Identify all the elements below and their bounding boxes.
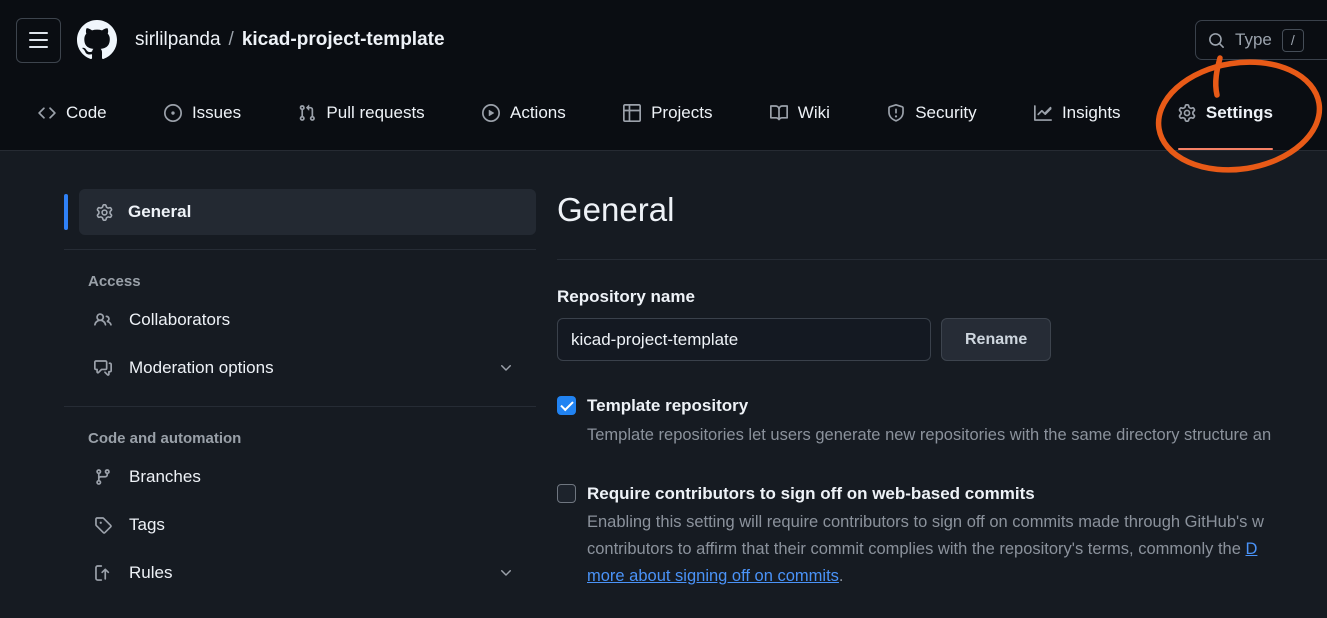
rules-icon (94, 564, 112, 582)
rename-button[interactable]: Rename (941, 318, 1051, 361)
sidebar-divider (64, 406, 536, 407)
general-settings-panel: General Repository name Rename Template … (557, 189, 1327, 597)
chevron-down-icon[interactable] (498, 360, 514, 376)
tab-label: Projects (651, 103, 712, 123)
signoff-description-line3: more about signing off on commits. (587, 563, 1264, 590)
tab-wiki[interactable]: Wiki (762, 76, 838, 150)
tab-label: Insights (1062, 103, 1121, 123)
breadcrumb-owner-link[interactable]: sirlilpanda (135, 29, 221, 50)
tab-security[interactable]: Security (879, 76, 984, 150)
graph-icon (1034, 104, 1052, 122)
repo-nav-tabs: Code Issues Pull requests Actions Projec… (16, 76, 1311, 150)
tab-insights[interactable]: Insights (1026, 76, 1129, 150)
template-repository-label: Template repository (587, 394, 1271, 417)
breadcrumb-repo-link[interactable]: kicad-project-template (242, 29, 445, 50)
signoff-description-line2: contributors to affirm that their commit… (587, 536, 1264, 563)
tab-label: Code (66, 103, 107, 123)
tag-icon (94, 516, 112, 534)
git-branch-icon (94, 468, 112, 486)
tab-label: Security (915, 103, 976, 123)
tab-label: Wiki (798, 103, 830, 123)
sidebar-section-title-access: Access (88, 273, 536, 290)
tab-issues[interactable]: Issues (156, 76, 249, 150)
shield-icon (887, 104, 905, 122)
tab-pull-requests[interactable]: Pull requests (290, 76, 432, 150)
sidebar-item-label: Branches (129, 467, 201, 487)
tab-settings[interactable]: Settings (1170, 76, 1281, 150)
sidebar-item-rules[interactable]: Rules (64, 549, 536, 597)
gear-icon (96, 204, 113, 221)
slash-keycap: / (1282, 29, 1304, 52)
sidebar-item-general[interactable]: General (79, 189, 536, 235)
signoff-checkbox[interactable] (557, 484, 576, 503)
title-divider (557, 259, 1327, 260)
book-icon (770, 104, 788, 122)
gear-icon (1178, 104, 1196, 122)
sidebar-section-title-code-and-automation: Code and automation (88, 430, 536, 447)
tab-projects[interactable]: Projects (615, 76, 720, 150)
breadcrumb: sirlilpanda / kicad-project-template (135, 29, 445, 51)
sidebar-item-tags[interactable]: Tags (64, 501, 536, 549)
code-icon (38, 104, 56, 122)
repository-name-row: Rename (557, 318, 1327, 361)
dco-link[interactable]: D (1246, 540, 1258, 558)
sidebar-item-label: Moderation options (129, 358, 274, 378)
global-header: sirlilpanda / kicad-project-template Type … (0, 0, 1327, 151)
settings-sidebar: General Access Collaborators Moderation … (64, 189, 536, 597)
sidebar-item-collaborators[interactable]: Collaborators (64, 296, 536, 344)
table-icon (623, 104, 641, 122)
signoff-setting: Require contributors to sign off on web-… (557, 482, 1327, 590)
sidebar-item-branches[interactable]: Branches (64, 453, 536, 501)
search-icon (1208, 32, 1225, 49)
sidebar-item-label: Tags (129, 515, 165, 535)
sidebar-divider (64, 249, 536, 250)
sidebar-item-label: General (128, 202, 191, 222)
settings-page-body: General Access Collaborators Moderation … (0, 151, 1327, 597)
template-repository-description: Template repositories let users generate… (587, 422, 1271, 449)
repository-name-label: Repository name (557, 287, 1327, 307)
tab-label: Actions (510, 103, 566, 123)
issue-opened-icon (164, 104, 182, 122)
comment-discussion-icon (94, 359, 112, 377)
tab-label: Issues (192, 103, 241, 123)
global-search-input[interactable]: Type / (1195, 20, 1327, 60)
header-top-row: sirlilpanda/kicad-project-template Type … (16, 16, 1311, 64)
sidebar-item-moderation-options[interactable]: Moderation options (64, 344, 536, 392)
signoff-description-line1: Enabling this setting will require contr… (587, 509, 1264, 536)
search-placeholder-text: Type (1235, 30, 1272, 50)
hamburger-menu-button[interactable] (16, 18, 61, 63)
github-logo-icon[interactable] (77, 20, 117, 60)
repository-name-input[interactable] (557, 318, 931, 361)
learn-more-signoff-link[interactable]: more about signing off on commits (587, 567, 839, 585)
play-icon (482, 104, 500, 122)
sidebar-item-label: Collaborators (129, 310, 230, 330)
breadcrumb-separator: / (229, 29, 234, 50)
tab-label: Pull requests (326, 103, 424, 123)
tab-code[interactable]: Code (30, 76, 115, 150)
tab-label: Settings (1206, 103, 1273, 123)
chevron-down-icon[interactable] (498, 565, 514, 581)
page-title: General (557, 191, 1327, 229)
people-icon (94, 311, 112, 329)
tab-actions[interactable]: Actions (474, 76, 574, 150)
template-repository-setting: Template repository Template repositorie… (557, 394, 1327, 449)
template-repository-checkbox[interactable] (557, 396, 576, 415)
git-pull-request-icon (298, 104, 316, 122)
sidebar-item-label: Rules (129, 563, 172, 583)
signoff-label: Require contributors to sign off on web-… (587, 482, 1264, 505)
